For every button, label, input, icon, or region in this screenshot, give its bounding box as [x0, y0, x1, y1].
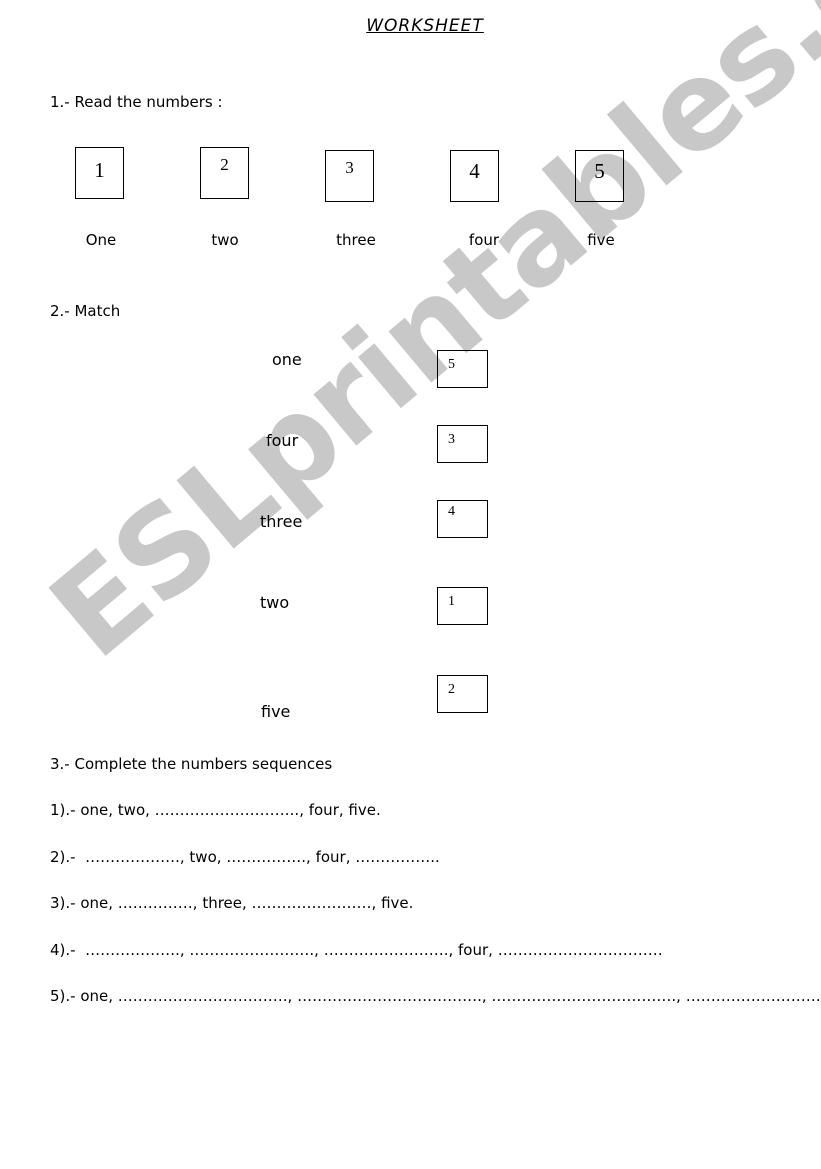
number-word-1: One [85, 231, 117, 249]
sequence-line-3: 3).- one, ……………, three, ……………………, five. [50, 894, 414, 912]
number-box-3: 3 [325, 150, 374, 202]
match-box: 5 [437, 350, 488, 388]
number-word-4: four [468, 231, 500, 249]
match-box: 2 [437, 675, 488, 713]
sequence-line-5: 5).- one, ……………………………., ………………………………., …… [50, 987, 821, 1005]
number-box-4: 4 [450, 150, 499, 202]
number-box-5: 5 [575, 150, 624, 202]
match-word: three [260, 512, 303, 531]
number-word-2: two [211, 231, 239, 249]
number-box-1: 1 [75, 147, 124, 199]
number-box-2: 2 [200, 147, 249, 199]
sequence-line-1: 1).- one, two, ……………………….., four, five. [50, 801, 381, 819]
page-title: WORKSHEET [366, 16, 484, 36]
match-word: four [266, 431, 299, 450]
match-box: 3 [437, 425, 488, 463]
section2-heading: 2.- Match [50, 302, 121, 320]
sequence-line-2: 2).- ………………., two, ……………., four, …………….. [50, 848, 440, 866]
match-word: one [272, 350, 302, 369]
number-word-3: three [336, 231, 376, 249]
match-word: two [260, 593, 290, 612]
number-word-5: five [587, 231, 615, 249]
sequence-line-4: 4).- ………………., ……………………., ……………………., four… [50, 941, 663, 959]
match-word: five [261, 702, 291, 721]
match-box: 4 [437, 500, 488, 538]
match-box: 1 [437, 587, 488, 625]
section3-heading: 3.- Complete the numbers sequences [50, 755, 333, 773]
section1-heading: 1.- Read the numbers : [50, 93, 223, 111]
